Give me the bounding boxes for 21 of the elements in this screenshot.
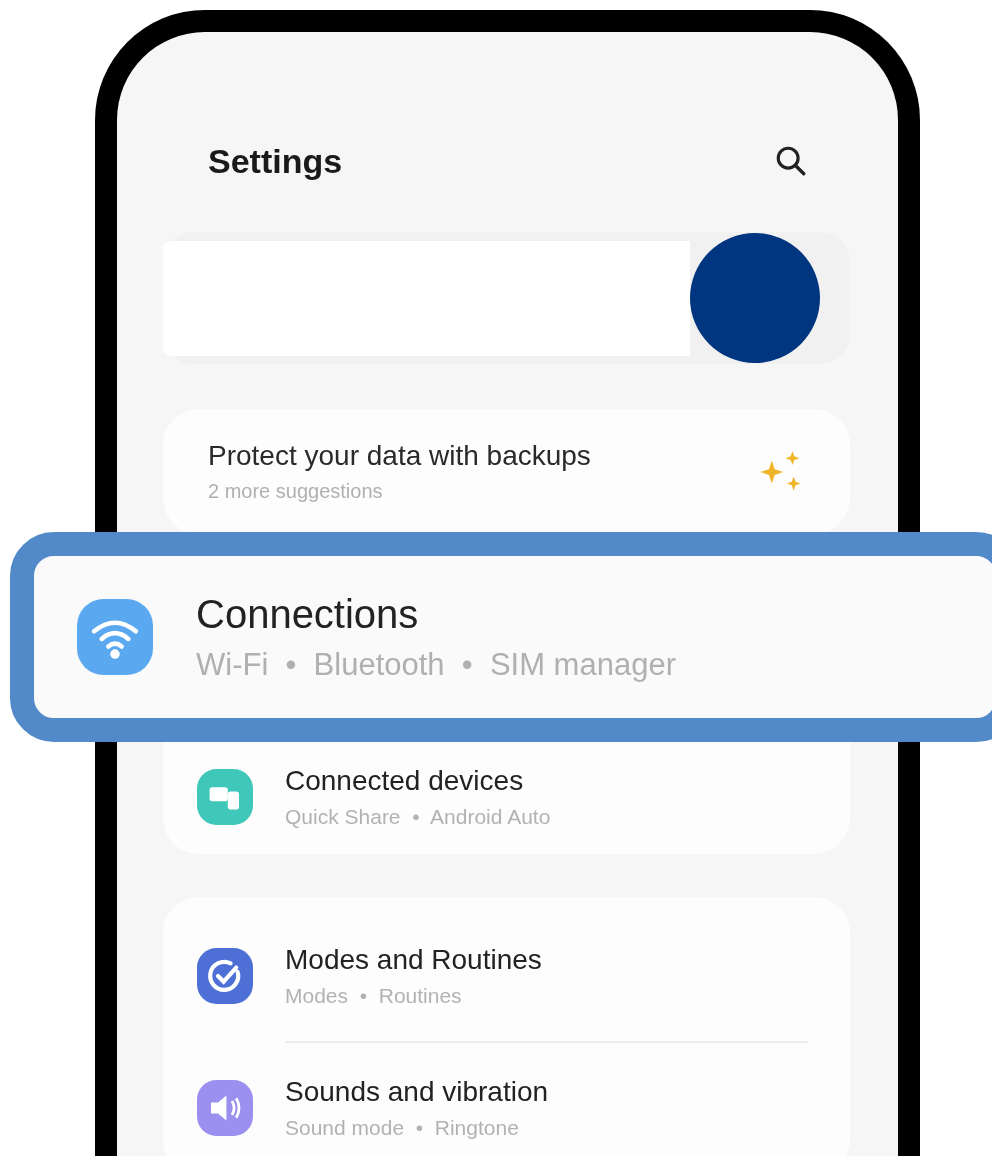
search-icon[interactable]: [774, 144, 808, 178]
suggestion-title: Protect your data with backups: [208, 440, 591, 472]
speaker-icon: [197, 1080, 253, 1136]
page-title: Settings: [208, 141, 343, 181]
profile-card[interactable]: [163, 232, 850, 364]
item-subtitle: Modes • Routines: [285, 984, 463, 1008]
item-subtitle: Wi-Fi • Bluetooth • SIM manager: [196, 646, 676, 683]
wifi-icon: [77, 599, 153, 675]
item-title: Sounds and vibration: [285, 1076, 549, 1108]
settings-item[interactable]: Sounds and vibration Sound mode • Ringtone: [197, 1043, 808, 1156]
suggestion-card[interactable]: Protect your data with backups 2 more suggestions: [163, 409, 850, 534]
settings-item[interactable]: Modes and Routines Modes • Routines: [197, 911, 808, 1041]
item-subtitle: Sound mode • Ringtone: [285, 1116, 520, 1140]
item-title: Connections: [196, 591, 420, 637]
highlighted-item[interactable]: Connections Wi-Fi • Bluetooth • SIM manager: [10, 532, 992, 742]
devices-icon: [197, 768, 253, 825]
settings-item[interactable]: Connected devices Quick Share • Android Auto: [197, 739, 808, 854]
item-title: Connected devices: [285, 764, 525, 797]
suggestion-subtitle: 2 more suggestions: [208, 480, 384, 503]
item-subtitle: Quick Share • Android Auto: [285, 804, 551, 829]
item-title: Modes and Routines: [285, 944, 542, 976]
